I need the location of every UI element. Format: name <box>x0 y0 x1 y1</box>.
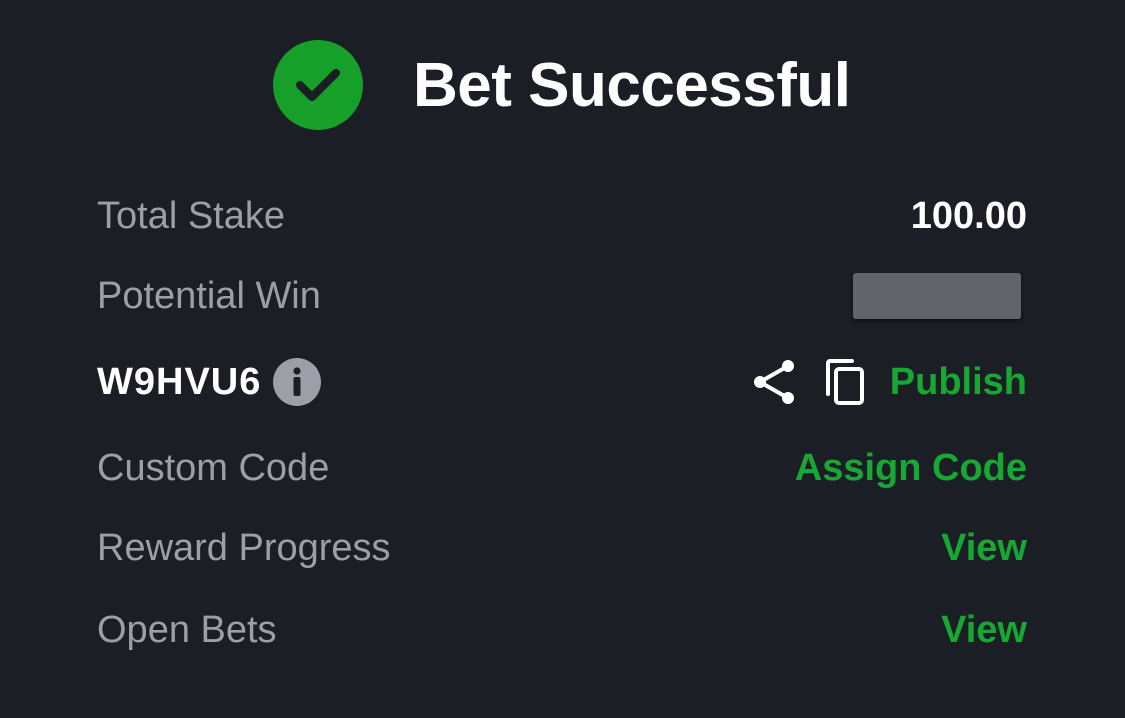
info-icon[interactable] <box>273 358 322 406</box>
booking-code-group: W9HVU6 <box>97 358 322 406</box>
booking-code: W9HVU6 <box>97 360 262 403</box>
reward-progress-label: Reward Progress <box>97 526 391 569</box>
booking-code-actions: Publish <box>752 358 1027 406</box>
reward-progress-view-link[interactable]: View <box>941 527 1027 570</box>
potential-win-row: Potential Win <box>97 266 1027 326</box>
open-bets-view-link[interactable]: View <box>941 609 1027 652</box>
total-stake-value: 100.00 <box>910 194 1027 237</box>
potential-win-label: Potential Win <box>97 274 321 317</box>
share-icon[interactable] <box>752 359 796 405</box>
bet-success-panel: Bet Successful Total Stake 100.00 Potent… <box>0 0 1125 718</box>
open-bets-label: Open Bets <box>97 608 277 651</box>
check-circle-icon <box>273 40 363 130</box>
total-stake-label: Total Stake <box>97 194 285 237</box>
publish-link[interactable]: Publish <box>890 361 1027 404</box>
bet-success-header: Bet Successful <box>273 40 851 130</box>
reward-progress-row: Reward Progress View <box>97 518 1027 578</box>
page-title: Bet Successful <box>413 50 851 120</box>
booking-code-row: W9HVU6 Publish <box>97 352 1027 412</box>
open-bets-row: Open Bets View <box>97 600 1027 660</box>
custom-code-label: Custom Code <box>97 446 330 489</box>
total-stake-row: Total Stake 100.00 <box>97 186 1027 246</box>
custom-code-row: Custom Code Assign Code <box>97 438 1027 498</box>
copy-icon[interactable] <box>824 358 866 406</box>
assign-code-link[interactable]: Assign Code <box>795 447 1027 490</box>
potential-win-redacted-value <box>853 273 1021 319</box>
